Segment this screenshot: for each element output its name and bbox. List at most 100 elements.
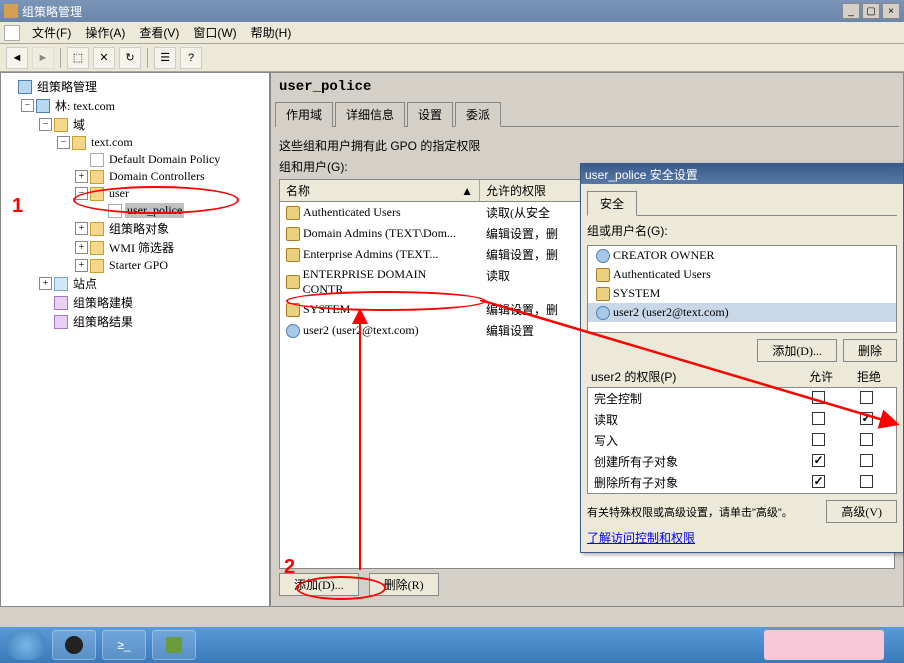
delete-button[interactable]: ✕: [93, 47, 115, 69]
allow-checkbox[interactable]: [812, 412, 825, 425]
security-user-list[interactable]: CREATOR OWNER Authenticated UsersSYSTEM us…: [587, 245, 897, 333]
allow-checkbox[interactable]: [812, 391, 825, 404]
user-icon: [596, 249, 610, 263]
policy-link-icon: [108, 204, 122, 218]
tree-forest[interactable]: −林: text.com: [3, 96, 267, 115]
tree-root[interactable]: 组策略管理: [3, 77, 267, 96]
menu-help[interactable]: 帮助(H): [245, 22, 298, 43]
vmware-icon: [166, 637, 182, 653]
menu-bar: 文件(F) 操作(A) 查看(V) 窗口(W) 帮助(H): [0, 22, 904, 44]
tab-delegation[interactable]: 委派: [455, 102, 501, 127]
deny-checkbox[interactable]: [860, 475, 873, 488]
taskbar[interactable]: ≥_: [0, 627, 904, 663]
perm-name: 读取: [594, 411, 794, 428]
tree-panel[interactable]: 组策略管理 −林: text.com −域 −text.com Default …: [0, 72, 270, 607]
system-menu-icon[interactable]: [4, 25, 20, 41]
site-icon: [54, 277, 68, 291]
tree-domain[interactable]: −text.com: [3, 134, 267, 151]
restore-button[interactable]: ▢: [862, 3, 880, 19]
deny-checkbox[interactable]: [860, 433, 873, 446]
up-button[interactable]: ⬚: [67, 47, 89, 69]
menu-action[interactable]: 操作(A): [79, 22, 131, 43]
item-name: ENTERPRISE DOMAIN CONTR...: [303, 267, 474, 297]
taskbar-powershell[interactable]: ≥_: [102, 630, 146, 660]
remove-button[interactable]: 删除(R): [369, 573, 439, 596]
help-button[interactable]: ?: [180, 47, 202, 69]
allow-checkbox[interactable]: [812, 433, 825, 446]
perm-name: 删除所有子对象: [594, 474, 794, 491]
tree-gp-modeling[interactable]: 组策略建模: [3, 293, 267, 312]
deny-checkbox[interactable]: [860, 412, 873, 425]
item-name: Authenticated Users: [303, 205, 401, 220]
dialog-tabs: 安全: [587, 190, 897, 216]
start-button[interactable]: [6, 630, 46, 660]
forward-button[interactable]: ►: [32, 47, 54, 69]
dialog-titlebar[interactable]: user_police 安全设置: [581, 164, 903, 184]
user-icon: [596, 306, 610, 320]
security-dialog: user_police 安全设置 安全 组或用户名(G): CREATOR OW…: [580, 163, 904, 553]
tree-user-ou[interactable]: −user: [3, 185, 267, 202]
menu-file[interactable]: 文件(F): [26, 22, 77, 43]
permission-row: 完全控制: [588, 388, 896, 409]
permission-row: 写入: [588, 430, 896, 451]
deny-header: 拒绝: [845, 368, 893, 385]
allow-checkbox[interactable]: [812, 475, 825, 488]
tree-gpo-objects[interactable]: +组策略对象: [3, 219, 267, 238]
dialog-title: user_police 安全设置: [585, 166, 899, 183]
allow-checkbox[interactable]: [812, 454, 825, 467]
group-icon: [286, 303, 300, 317]
deny-checkbox[interactable]: [860, 391, 873, 404]
dialog-body: 安全 组或用户名(G): CREATOR OWNERAuthenticated …: [581, 184, 903, 552]
tab-settings[interactable]: 设置: [407, 102, 453, 127]
group-icon: [286, 206, 300, 220]
minimize-button[interactable]: _: [842, 3, 860, 19]
tree-domain-controllers[interactable]: +Domain Controllers: [3, 168, 267, 185]
advanced-text: 有关特殊权限或高级设置，请单击"高级"。: [587, 504, 820, 520]
close-button[interactable]: ×: [882, 3, 900, 19]
refresh-button[interactable]: ↻: [119, 47, 141, 69]
col-name[interactable]: 名称▲: [280, 180, 480, 201]
item-name: CREATOR OWNER: [613, 248, 714, 263]
item-name: user2 (user2@text.com): [613, 305, 729, 320]
access-control-link[interactable]: 了解访问控制和权限: [587, 529, 695, 546]
group-icon: [286, 275, 300, 289]
security-list-item[interactable]: SYSTEM: [588, 284, 896, 303]
group-icon: [286, 248, 300, 262]
group-icon: [596, 287, 610, 301]
properties-button[interactable]: ☰: [154, 47, 176, 69]
advanced-button[interactable]: 高级(V): [826, 500, 897, 523]
user-icon: [286, 324, 300, 338]
tab-details[interactable]: 详细信息: [335, 102, 405, 127]
sec-remove-button[interactable]: 删除: [843, 339, 897, 362]
sec-add-button[interactable]: 添加(D)...: [757, 339, 837, 362]
security-list-item[interactable]: CREATOR OWNER: [588, 246, 896, 265]
add-button[interactable]: 添加(D)...: [279, 573, 359, 596]
results-icon: [54, 315, 68, 329]
menu-view[interactable]: 查看(V): [133, 22, 185, 43]
back-button[interactable]: ◄: [6, 47, 28, 69]
permission-row: 读取: [588, 409, 896, 430]
delegation-buttons: 添加(D)... 删除(R): [279, 573, 895, 596]
tree-user-police[interactable]: user_police: [3, 202, 267, 219]
tree-domains[interactable]: −域: [3, 115, 267, 134]
security-list-item[interactable]: user2 (user2@text.com): [588, 303, 896, 322]
toolbar-sep: [60, 48, 61, 68]
content-title: user_police: [275, 77, 899, 97]
tree-wmi-filters[interactable]: +WMI 筛选器: [3, 238, 267, 257]
taskbar-qq[interactable]: [52, 630, 96, 660]
tabs: 作用域 详细信息 设置 委派: [275, 101, 899, 127]
taskbar-vmware[interactable]: [152, 630, 196, 660]
deny-checkbox[interactable]: [860, 454, 873, 467]
security-list-item[interactable]: Authenticated Users: [588, 265, 896, 284]
tab-scope[interactable]: 作用域: [275, 102, 333, 127]
console-icon: [18, 80, 32, 94]
tree-default-policy[interactable]: Default Domain Policy: [3, 151, 267, 168]
folder-icon: [90, 241, 104, 255]
tree-starter-gpo[interactable]: +Starter GPO: [3, 257, 267, 274]
app-icon: [4, 4, 18, 18]
tree-sites[interactable]: +站点: [3, 274, 267, 293]
menu-window[interactable]: 窗口(W): [187, 22, 242, 43]
tree-gp-results[interactable]: 组策略结果: [3, 312, 267, 331]
tab-security[interactable]: 安全: [587, 191, 637, 216]
item-name: Domain Admins (TEXT\Dom...: [303, 226, 456, 241]
